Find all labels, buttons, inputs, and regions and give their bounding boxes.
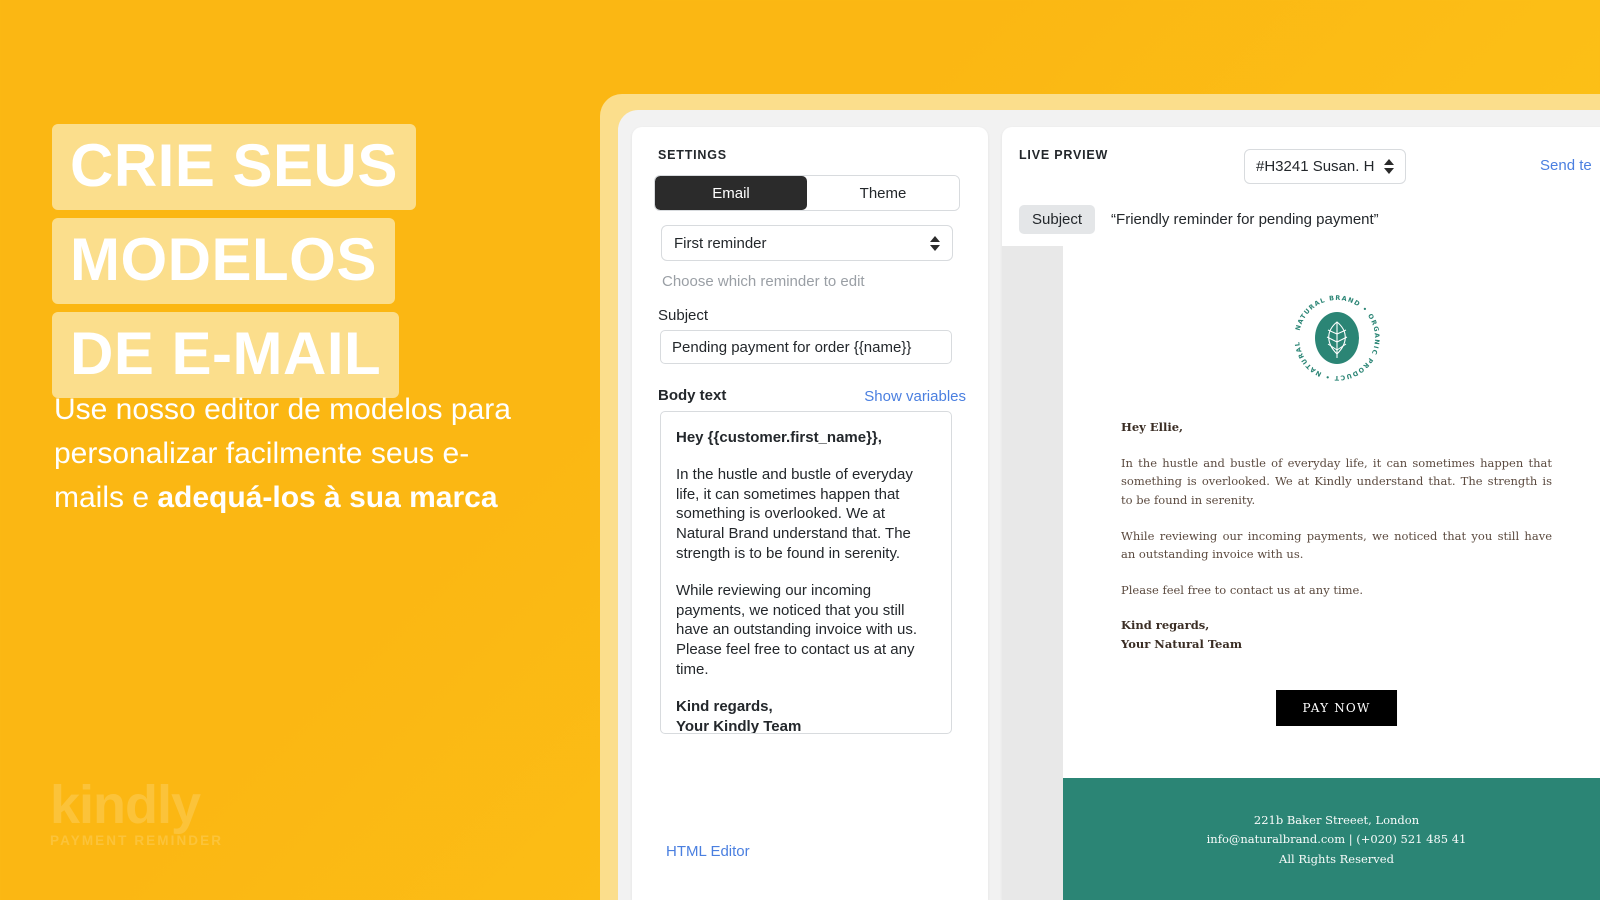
stepper-chevrons-icon [930,235,940,251]
brand-tagline: PAYMENT REMINDER [50,833,224,848]
email-paragraph: In the hustle and bustle of everyday lif… [1121,455,1552,507]
email-paragraph: Please feel free to contact us at any ti… [1121,582,1364,597]
show-variables-link[interactable]: Show variables [864,388,966,405]
live-preview-title: LIVE PRVIEW [1019,148,1109,162]
customer-select[interactable]: #H3241 Susan. H [1244,149,1406,184]
reminder-select-value: First reminder [674,234,767,252]
headline-line-1: CRIE SEUS [52,124,416,210]
email-greeting: Hey Ellie, [1121,420,1184,434]
subheadline-bold-text: adequá-los à sua marca [157,481,498,515]
body-paragraph: In the hustle and bustle of everyday lif… [676,465,913,562]
preview-canvas: NATURAL BRAND • ORGANIC PRODUCT • NATURA… [1002,246,1600,900]
subject-field-label: Subject [658,307,709,324]
headline-line-2: MODELOS [52,218,395,304]
footer-contact: info@naturalbrand.com | (+020) 521 485 4… [1206,832,1467,847]
reminder-select-helper-text: Choose which reminder to edit [662,273,865,290]
email-signoff: Kind regards, [1121,618,1210,633]
reminder-select[interactable]: First reminder [661,225,953,261]
settings-panel-title: SETTINGS [658,148,727,162]
subject-input[interactable] [660,330,952,364]
body-paragraph: Hey {{customer.first_name}}, [676,429,882,446]
page-headline: CRIE SEUS MODELOS DE E-MAIL [52,124,416,406]
body-text-label: Body text [658,387,727,404]
email-signature: Your Natural Team [1121,637,1242,651]
kindly-logo-watermark: kindly PAYMENT REMINDER [50,774,250,848]
pay-now-button[interactable]: PAY NOW [1275,690,1398,726]
body-text-editor[interactable]: Hey {{customer.first_name}}, In the hust… [660,411,952,734]
headline-line-3: DE E-MAIL [52,312,400,398]
body-paragraph: Kind regards, [676,697,773,715]
natural-brand-leaf-logo-icon: NATURAL BRAND • ORGANIC PRODUCT • NATURA… [1287,288,1380,382]
preview-subject-row: Subject “Friendly reminder for pending p… [1019,205,1379,234]
footer-rights: All Rights Reserved [1279,852,1394,867]
settings-tab-group: Email Theme [654,175,960,211]
stepper-chevrons-icon [1384,159,1394,174]
live-preview-panel: LIVE PRVIEW #H3241 Susan. H Send te Subj… [1002,127,1600,900]
email-body-content: Hey Ellie, In the hustle and bustle of e… [1063,418,1600,654]
send-test-link[interactable]: Send te [1540,157,1592,174]
email-paragraph: While reviewing our incoming payments, w… [1121,528,1552,562]
body-paragraph: Your Kindly Team [676,717,802,734]
email-preview-card: NATURAL BRAND • ORGANIC PRODUCT • NATURA… [1063,246,1600,900]
customer-select-value: #H3241 Susan. H [1256,158,1375,175]
tab-theme[interactable]: Theme [807,176,959,210]
subject-badge: Subject [1019,205,1096,234]
body-paragraph: While reviewing our incoming payments, w… [676,581,917,678]
marketing-panel: CRIE SEUS MODELOS DE E-MAIL Use nosso ed… [0,0,620,900]
email-footer: 221b Baker Streeet, London info@naturalb… [1063,777,1600,900]
preview-subject-value: “Friendly reminder for pending payment” [1111,211,1379,228]
brand-wordmark: kindly [50,774,201,835]
page-subheadline: Use nosso editor de modelos para persona… [54,388,524,520]
settings-panel: SETTINGS Email Theme First reminder Choo… [632,127,988,900]
footer-address: 221b Baker Streeet, London [1253,812,1420,827]
html-editor-link[interactable]: HTML Editor [666,843,750,860]
tab-email[interactable]: Email [655,176,807,210]
